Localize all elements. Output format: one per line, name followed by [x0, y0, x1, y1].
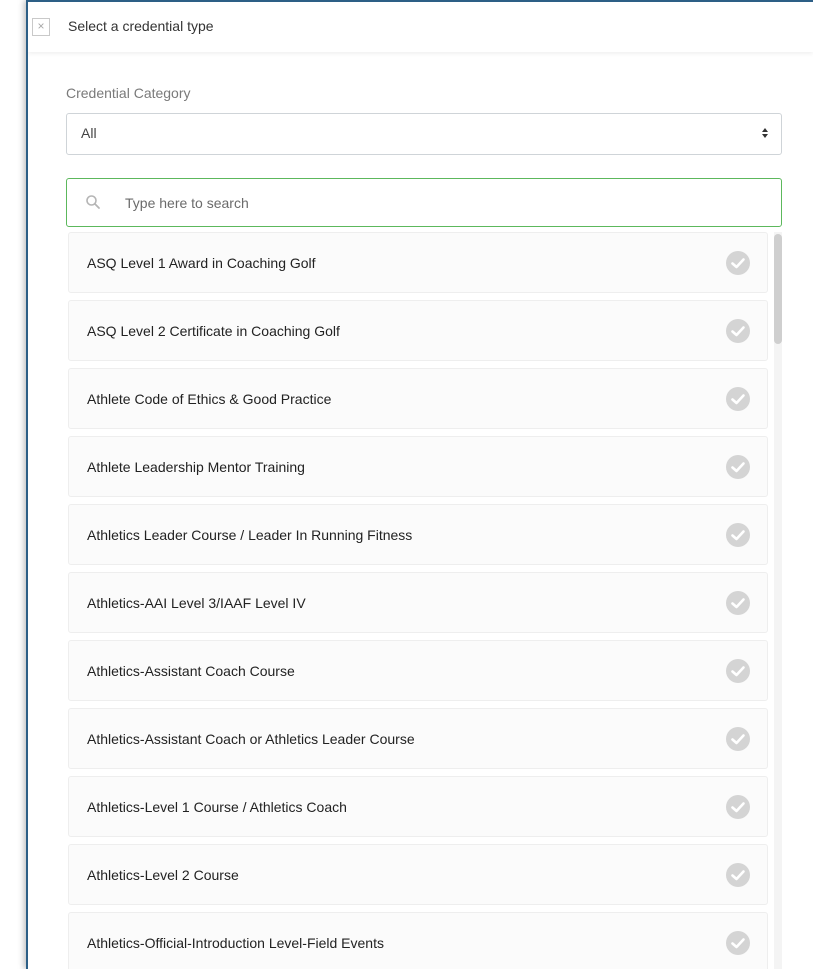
credential-item-label: Athlete Code of Ethics & Good Practice	[87, 391, 332, 407]
credential-item-label: ASQ Level 1 Award in Coaching Golf	[87, 255, 316, 271]
check-circle-icon[interactable]	[725, 726, 751, 752]
dialog-header: × Select a credential type	[28, 2, 813, 52]
check-circle-icon[interactable]	[725, 590, 751, 616]
credential-item[interactable]: Athletics-Official-Introduction Level-Fi…	[68, 912, 768, 969]
credential-item-label: Athletics-Level 2 Course	[87, 867, 239, 883]
credential-item-label: Athletics-Official-Introduction Level-Fi…	[87, 935, 384, 951]
scrollbar-thumb[interactable]	[774, 234, 782, 344]
credential-item-label: Athletics-Assistant Coach Course	[87, 663, 295, 679]
credential-item[interactable]: Athletics-AAI Level 3/IAAF Level IV	[68, 572, 768, 633]
credential-item[interactable]: Athletics-Assistant Coach Course	[68, 640, 768, 701]
check-circle-icon[interactable]	[725, 930, 751, 956]
credential-item[interactable]: Athletics Leader Course / Leader In Runn…	[68, 504, 768, 565]
check-circle-icon[interactable]	[725, 318, 751, 344]
search-input[interactable]	[125, 189, 725, 217]
dialog-title: Select a credential type	[68, 18, 214, 34]
credential-item[interactable]: Athletics-Assistant Coach or Athletics L…	[68, 708, 768, 769]
sort-arrows-icon	[762, 128, 768, 138]
close-button[interactable]: ×	[32, 18, 50, 36]
check-circle-icon[interactable]	[725, 522, 751, 548]
credential-type-dialog: × Select a credential type Credential Ca…	[26, 0, 813, 969]
check-circle-icon[interactable]	[725, 658, 751, 684]
credential-item[interactable]: ASQ Level 2 Certificate in Coaching Golf	[68, 300, 768, 361]
credential-category-select[interactable]: All	[66, 113, 782, 155]
check-circle-icon[interactable]	[725, 794, 751, 820]
search-box[interactable]	[66, 178, 782, 227]
credential-category-value: All	[81, 125, 97, 141]
credential-item[interactable]: ASQ Level 1 Award in Coaching Golf	[68, 232, 768, 293]
credential-item[interactable]: Athlete Code of Ethics & Good Practice	[68, 368, 768, 429]
credential-item-label: Athletics Leader Course / Leader In Runn…	[87, 527, 413, 543]
credential-item-label: Athletics-Level 1 Course / Athletics Coa…	[87, 799, 347, 815]
credential-item-label: Athlete Leadership Mentor Training	[87, 459, 305, 475]
check-circle-icon[interactable]	[725, 386, 751, 412]
credential-item-label: ASQ Level 2 Certificate in Coaching Golf	[87, 323, 340, 339]
credential-item-label: Athletics-Assistant Coach or Athletics L…	[87, 731, 415, 747]
list-scrollbar[interactable]	[774, 232, 782, 969]
check-circle-icon[interactable]	[725, 862, 751, 888]
credential-item-label: Athletics-AAI Level 3/IAAF Level IV	[87, 595, 306, 611]
credential-list: ASQ Level 1 Award in Coaching Golf ASQ Le…	[68, 232, 768, 969]
check-circle-icon[interactable]	[725, 454, 751, 480]
credential-item[interactable]: Athletics-Level 1 Course / Athletics Coa…	[68, 776, 768, 837]
credential-item[interactable]: Athlete Leadership Mentor Training	[68, 436, 768, 497]
check-circle-icon[interactable]	[725, 250, 751, 276]
close-icon: ×	[37, 19, 45, 33]
search-icon	[86, 195, 100, 209]
credential-item[interactable]: Athletics-Level 2 Course	[68, 844, 768, 905]
credential-category-label: Credential Category	[66, 85, 191, 101]
